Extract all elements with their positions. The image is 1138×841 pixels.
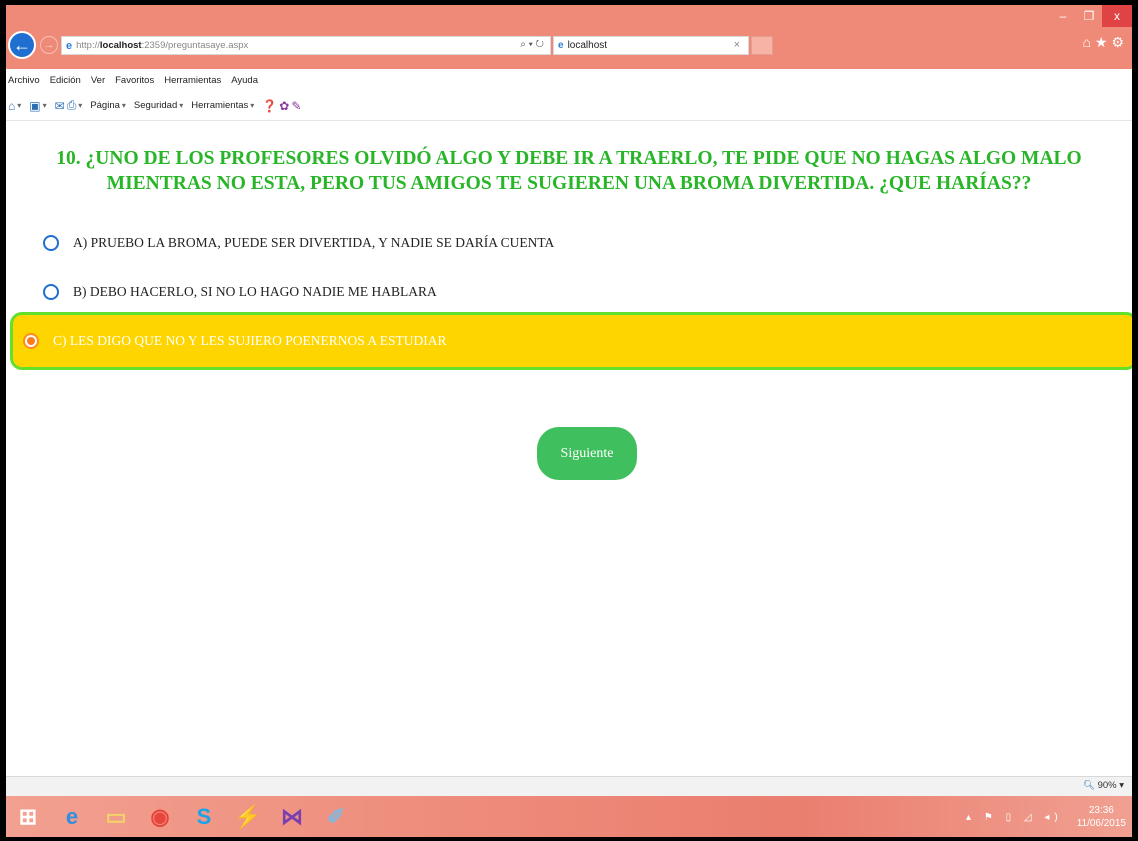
start-button[interactable]: ⊞	[6, 799, 50, 835]
home-icon[interactable]: ⌂	[8, 99, 15, 113]
menu-item-ver[interactable]: Ver	[91, 75, 105, 86]
answer-option-b[interactable]: B) DEBO HACERLO, SI NO LO HAGO NADIE ME …	[6, 277, 1132, 307]
radio-button[interactable]	[43, 284, 59, 300]
answer-option-a[interactable]: A) PRUEBO LA BROMA, PUEDE SER DIVERTIDA,…	[6, 228, 1132, 258]
url-path: :2359/preguntasaye.aspx	[141, 40, 249, 51]
page-content: 10. ¿UNO DE LOS PROFESORES OLVIDÓ ALGO Y…	[6, 122, 1132, 782]
research-icon[interactable]: ✿	[279, 99, 289, 113]
new-tab-button[interactable]	[751, 36, 773, 55]
clock-time: 23:36	[1088, 805, 1114, 816]
zoom-icon: 🔍︎	[1082, 780, 1095, 791]
paint-icon[interactable]: ✐	[314, 799, 358, 835]
internet-explorer-icon[interactable]: e	[50, 799, 94, 835]
close-button[interactable]: x	[1102, 5, 1132, 27]
security-menu[interactable]: Seguridad	[134, 100, 177, 111]
chevron-down-icon[interactable]: ▾	[122, 101, 126, 110]
zoom-control[interactable]: 🔍︎ 90% ▾	[1083, 780, 1124, 791]
option-label: B) DEBO HACERLO, SI NO LO HAGO NADIE ME …	[73, 284, 437, 299]
visual-studio-icon[interactable]: ⋈	[270, 799, 314, 835]
zoom-level: 90%	[1097, 780, 1117, 791]
minimize-button[interactable]: –	[1050, 5, 1076, 27]
menu-item-herramientas[interactable]: Herramientas	[164, 75, 221, 86]
chrome-icon[interactable]: ◉	[138, 799, 182, 835]
menu-bar: Archivo Edición Ver Favoritos Herramient…	[6, 69, 1132, 91]
menu-item-archivo[interactable]: Archivo	[8, 75, 40, 86]
command-bar: ⌂ ▾ ▣ ▾ ✉ ⎙ ▾ Página ▾ Seguridad ▾ Herramient…	[6, 91, 1132, 121]
status-bar: 🔍︎ 90% ▾	[6, 776, 1132, 796]
skype-icon[interactable]: S	[182, 799, 226, 835]
chevron-down-icon[interactable]: ▾	[179, 101, 183, 110]
tab-localhost[interactable]: e localhost ×	[553, 36, 749, 55]
print-icon[interactable]: ⎙	[67, 98, 77, 113]
mail-icon[interactable]: ✉	[55, 99, 65, 113]
app-icon[interactable]: ⚡	[226, 799, 270, 835]
browser-window: – ❐ x ← → e http:// localhost :2359/preg…	[6, 5, 1132, 837]
feeds-icon[interactable]: ▣	[29, 99, 40, 113]
system-tray: ▴ ⚑ ▯ ◿ ◂) 23:36 11/06/2015	[966, 800, 1126, 834]
option-label: C) LES DIGO QUE NO Y LES SUJIERO POENERN…	[53, 333, 447, 348]
chevron-down-icon[interactable]: ▾	[43, 101, 47, 110]
home-favorites-tools-icons[interactable]: ⌂★⚙	[1082, 34, 1128, 51]
chevron-down-icon[interactable]: ▾	[78, 101, 82, 110]
menu-item-edicion[interactable]: Edición	[50, 75, 81, 86]
restore-button[interactable]: ❐	[1076, 5, 1102, 27]
chevron-down-icon: ▾	[1119, 780, 1124, 791]
page-menu[interactable]: Página	[90, 100, 120, 111]
tab-close-icon[interactable]: ×	[734, 39, 740, 51]
file-explorer-icon[interactable]: ▭	[94, 799, 138, 835]
ie-page-icon: e	[558, 40, 564, 51]
help-icon[interactable]: ❓	[262, 99, 277, 113]
clock[interactable]: 23:36 11/06/2015	[1077, 804, 1126, 830]
tab-title: localhost	[567, 40, 608, 51]
next-button[interactable]: Siguiente	[537, 427, 637, 480]
arrow-left-icon: ←	[13, 34, 31, 55]
question-title: 10. ¿UNO DE LOS PROFESORES OLVIDÓ ALGO Y…	[56, 148, 1082, 194]
ie-page-icon: e	[66, 39, 73, 52]
window-controls: – ❐ x	[1050, 5, 1132, 27]
tray-icons[interactable]: ▴ ⚑ ▯ ◿ ◂)	[966, 812, 1063, 823]
url-host: localhost	[99, 40, 142, 51]
taskbar: ⊞ e ▭ ◉ S ⚡ ⋈ ✐ ▴ ⚑ ▯ ◿ ◂) 23:36 11/06/2…	[6, 796, 1132, 837]
arrow-right-icon: →	[43, 39, 55, 51]
chevron-down-icon[interactable]: ▾	[250, 101, 254, 110]
forward-button[interactable]: →	[40, 36, 58, 54]
answer-option-c[interactable]: C) LES DIGO QUE NO Y LES SUJIERO POENERN…	[10, 312, 1132, 370]
tools-menu[interactable]: Herramientas	[191, 100, 248, 111]
option-label: A) PRUEBO LA BROMA, PUEDE SER DIVERTIDA,…	[73, 235, 555, 250]
address-bar[interactable]: e http:// localhost :2359/preguntasaye.a…	[61, 36, 551, 55]
onenote-icon[interactable]: ✎	[291, 99, 301, 113]
clock-date: 11/06/2015	[1076, 818, 1126, 829]
menu-item-ayuda[interactable]: Ayuda	[231, 75, 258, 86]
title-bar: – ❐ x ← → e http:// localhost :2359/preg…	[6, 5, 1132, 69]
radio-button[interactable]	[43, 235, 59, 251]
chevron-down-icon[interactable]: ▾	[17, 101, 21, 110]
back-button[interactable]: ←	[8, 31, 36, 59]
search-refresh-icons[interactable]: ⌕ ▾ ↻	[520, 39, 544, 50]
radio-button-selected[interactable]	[23, 333, 39, 349]
url-scheme: http://	[76, 40, 100, 51]
menu-item-favoritos[interactable]: Favoritos	[115, 75, 154, 86]
